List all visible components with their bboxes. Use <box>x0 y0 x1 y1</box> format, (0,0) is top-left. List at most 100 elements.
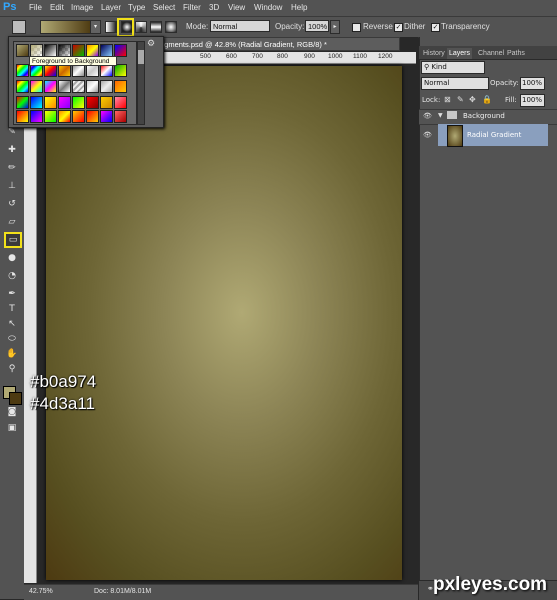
gradient-swatch[interactable] <box>16 110 29 123</box>
tab-history[interactable]: History <box>421 48 447 59</box>
gradient-swatch[interactable] <box>30 110 43 123</box>
group-expand-chevron-icon[interactable]: ▼ <box>438 112 443 119</box>
diamond-gradient-icon[interactable] <box>165 21 177 33</box>
gradient-swatch[interactable] <box>72 80 85 93</box>
gradient-swatch[interactable] <box>16 64 29 77</box>
ruler-label: 600 <box>226 53 237 60</box>
menu-image[interactable]: Image <box>71 3 93 12</box>
lock-position-icon[interactable]: ✥ <box>469 95 476 104</box>
gradient-swatch[interactable] <box>58 80 71 93</box>
picker-settings-gear-icon[interactable]: ⚙ <box>147 39 155 49</box>
healing-brush-tool-icon[interactable]: ✚ <box>4 143 20 157</box>
screen-mode-icon[interactable]: ▣ <box>4 421 20 435</box>
folder-icon <box>447 111 457 119</box>
quick-mask-icon[interactable]: ◙ <box>4 405 20 419</box>
blend-mode-select[interactable]: Normal <box>421 77 489 90</box>
menu-file[interactable]: File <box>29 3 42 12</box>
opacity-dropdown-icon[interactable]: ▸ <box>330 20 340 34</box>
fill-label: Fill: <box>505 96 517 104</box>
gradient-swatch[interactable] <box>86 96 99 109</box>
gradient-swatch[interactable] <box>16 44 29 57</box>
hand-tool-icon[interactable]: ✋ <box>4 347 20 361</box>
path-selection-tool-icon[interactable]: ↖ <box>4 317 20 331</box>
reflected-gradient-icon[interactable] <box>150 21 162 33</box>
gradient-preview[interactable] <box>40 20 92 34</box>
mode-select[interactable]: Normal <box>210 20 270 32</box>
gradient-swatch[interactable] <box>58 110 71 123</box>
reverse-checkbox[interactable] <box>352 23 361 32</box>
gradient-dropdown-arrow-icon[interactable]: ▾ <box>90 20 101 34</box>
gradient-swatch[interactable] <box>114 110 127 123</box>
gradient-swatch[interactable] <box>44 96 57 109</box>
tab-channels[interactable]: Channel <box>476 48 506 59</box>
gradient-swatch[interactable] <box>114 80 127 93</box>
menu-3d[interactable]: 3D <box>209 3 219 12</box>
dither-checkbox[interactable]: ✓ <box>394 23 403 32</box>
zoom-tool-icon[interactable]: ⚲ <box>4 362 20 376</box>
dodge-tool-icon[interactable]: ◔ <box>4 269 20 283</box>
menu-view[interactable]: View <box>228 3 245 12</box>
watermark: pxleyes.com <box>433 574 548 595</box>
gradient-swatch[interactable] <box>114 96 127 109</box>
fill-input[interactable]: 100% <box>520 94 545 107</box>
opacity-input[interactable]: 100% <box>305 20 329 32</box>
picker-scrollbar[interactable] <box>137 41 145 125</box>
brush-tool-icon[interactable]: ✏ <box>4 161 20 175</box>
gradient-swatch[interactable] <box>44 110 57 123</box>
options-bar: ▾ Mode: Normal Opacity: 100% ▸ Reverse ✓… <box>0 17 557 38</box>
foreground-color-annotation: #b0a974 <box>30 372 97 391</box>
gradient-swatch[interactable] <box>58 96 71 109</box>
zoom-level[interactable]: 42.75% <box>29 588 53 595</box>
background-color-annotation: #4d3a11 <box>30 394 95 413</box>
gradient-swatch[interactable] <box>72 96 85 109</box>
ruler-label: 1200 <box>378 53 393 60</box>
menu-layer[interactable]: Layer <box>101 3 121 12</box>
gradient-swatch[interactable] <box>86 110 99 123</box>
lock-pixels-icon[interactable]: ✎ <box>457 95 464 104</box>
layer-opacity-input[interactable]: 100% <box>520 77 545 90</box>
linear-gradient-icon[interactable] <box>105 21 117 33</box>
menu-edit[interactable]: Edit <box>50 3 64 12</box>
gradient-tool-icon[interactable]: ▭ <box>4 232 22 248</box>
gradient-swatch[interactable] <box>16 80 29 93</box>
tab-paths[interactable]: Paths <box>505 48 527 59</box>
ruler-label: 1100 <box>353 53 367 60</box>
lock-all-icon[interactable]: 🔒 <box>482 95 492 104</box>
gradient-swatch[interactable] <box>16 96 29 109</box>
lock-transparency-icon[interactable]: ⊠ <box>444 95 451 104</box>
tab-layers[interactable]: Layers <box>447 48 473 59</box>
picker-scrollbar-thumb[interactable] <box>138 50 144 64</box>
gradient-swatch[interactable] <box>30 80 43 93</box>
background-color-swatch[interactable] <box>9 392 22 405</box>
visibility-eye-icon[interactable]: 👁 <box>423 131 432 139</box>
type-tool-icon[interactable]: T <box>4 302 20 316</box>
gradient-swatch[interactable] <box>72 110 85 123</box>
transparency-checkbox[interactable]: ✓ <box>431 23 440 32</box>
gradient-swatch[interactable] <box>100 110 113 123</box>
menu-type[interactable]: Type <box>128 3 145 12</box>
menu-select[interactable]: Select <box>153 3 175 12</box>
layer-filter-select[interactable]: ⚲ Kind <box>421 61 485 74</box>
shape-tool-icon[interactable]: ⬭ <box>4 332 20 346</box>
document-tab[interactable]: Segments.psd @ 42.8% (Radial Gradient, R… <box>150 37 400 51</box>
document-canvas[interactable] <box>46 66 402 580</box>
tool-preset-icon[interactable] <box>12 20 26 34</box>
menu-filter[interactable]: Filter <box>183 3 201 12</box>
history-brush-tool-icon[interactable]: ↺ <box>4 197 20 211</box>
blur-tool-icon[interactable]: ● <box>4 251 20 265</box>
visibility-eye-icon[interactable]: 👁 <box>423 112 432 120</box>
gradient-swatch[interactable] <box>86 80 99 93</box>
pen-tool-icon[interactable]: ✒ <box>4 287 20 301</box>
layer-name[interactable]: Radial Gradient <box>467 131 521 139</box>
gradient-swatch[interactable] <box>100 96 113 109</box>
gradient-swatch[interactable] <box>44 80 57 93</box>
gradient-swatch[interactable] <box>30 96 43 109</box>
menu-help[interactable]: Help <box>291 3 307 12</box>
menu-window[interactable]: Window <box>254 3 282 12</box>
ruler-label: 500 <box>200 53 211 60</box>
angle-gradient-icon[interactable] <box>135 21 147 33</box>
clone-stamp-tool-icon[interactable]: ⊥ <box>4 179 20 193</box>
vertical-ruler <box>24 63 37 583</box>
gradient-swatch[interactable] <box>100 80 113 93</box>
eraser-tool-icon[interactable]: ▱ <box>4 215 20 229</box>
